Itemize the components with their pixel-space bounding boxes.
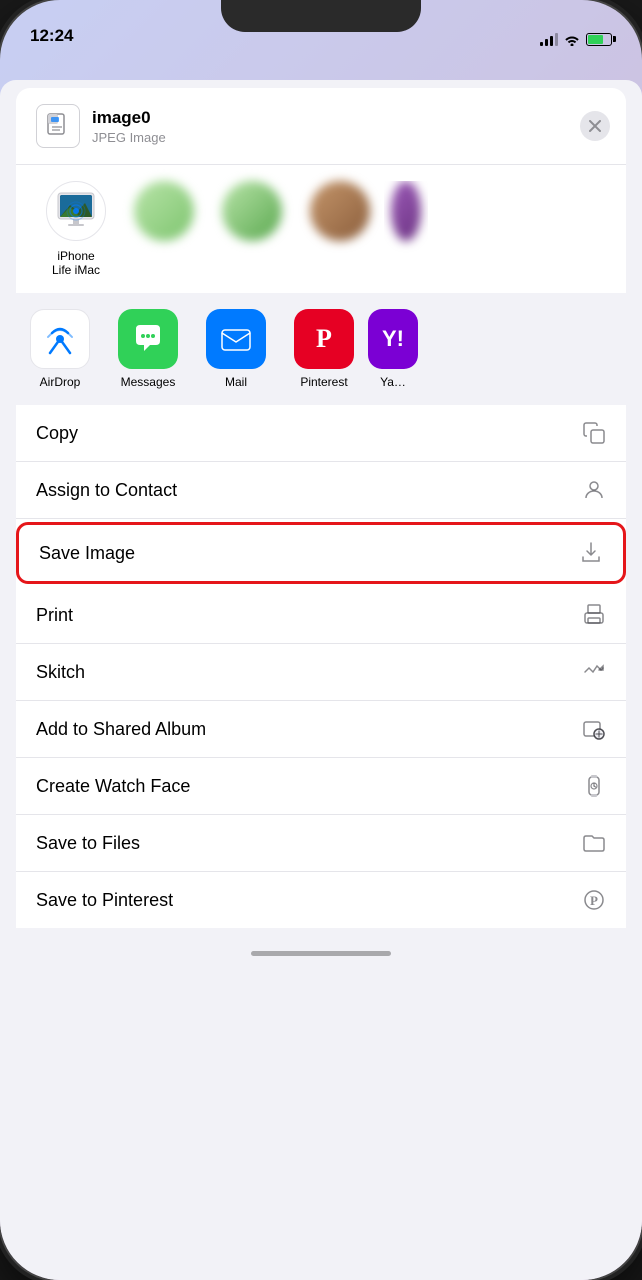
battery-icon (586, 33, 612, 46)
person-item-blurred-2[interactable] (208, 181, 296, 277)
people-section: iPhoneLife iMac (16, 165, 626, 293)
phone-screen: 12:24 (0, 0, 642, 1280)
mail-icon (206, 309, 266, 369)
app-item-airdrop[interactable]: AirDrop (16, 309, 104, 389)
person-avatar-2 (222, 181, 282, 241)
status-icons (540, 32, 612, 46)
action-assign-contact[interactable]: Assign to Contact (16, 462, 626, 519)
pinterest-icon: P (294, 309, 354, 369)
app-share-row: AirDrop Messages (0, 293, 642, 405)
action-skitch[interactable]: Skitch (16, 644, 626, 701)
close-icon (589, 120, 601, 132)
device-avatar (46, 181, 106, 241)
messages-logo (128, 319, 168, 359)
wifi-icon (564, 33, 580, 46)
action-save-image[interactable]: Save Image (16, 522, 626, 584)
people-row: iPhoneLife iMac (32, 165, 610, 293)
person-item-blurred-1[interactable] (120, 181, 208, 277)
signal-icon (540, 32, 558, 46)
action-print[interactable]: Print (16, 587, 626, 644)
save-to-files-label: Save to Files (36, 833, 140, 854)
save-image-icon (579, 541, 603, 565)
person-item-blurred-4[interactable] (384, 181, 428, 277)
person-avatar-1 (134, 181, 194, 241)
folder-icon (582, 831, 606, 855)
person-avatar-4 (391, 181, 421, 241)
print-label: Print (36, 605, 73, 626)
share-header: image0 JPEG Image (16, 88, 626, 165)
create-watch-face-label: Create Watch Face (36, 776, 190, 797)
close-button[interactable] (580, 111, 610, 141)
save-to-pinterest-label: Save to Pinterest (36, 890, 173, 911)
device-item-imac[interactable]: iPhoneLife iMac (32, 181, 120, 277)
yahoo-logo: Y! (373, 319, 413, 359)
action-add-shared-album[interactable]: Add to Shared Album (16, 701, 626, 758)
action-copy[interactable]: Copy (16, 405, 626, 462)
home-bar (251, 951, 391, 956)
action-save-to-pinterest[interactable]: Save to Pinterest P (16, 872, 626, 928)
app-item-mail[interactable]: Mail (192, 309, 280, 389)
assign-contact-label: Assign to Contact (36, 480, 177, 501)
app-item-yahoo[interactable]: Y! Ya… (368, 309, 418, 389)
file-name: image0 (92, 108, 166, 128)
home-indicator (0, 936, 642, 970)
svg-text:Y!: Y! (382, 326, 404, 351)
pinterest-action-icon: P (582, 888, 606, 912)
action-create-watch-face[interactable]: Create Watch Face (16, 758, 626, 815)
add-shared-album-label: Add to Shared Album (36, 719, 206, 740)
skitch-icon (582, 660, 606, 684)
status-time: 12:24 (30, 26, 73, 46)
person-avatar-3 (310, 181, 370, 241)
mail-label: Mail (225, 375, 247, 389)
contact-icon (582, 478, 606, 502)
save-image-label: Save Image (39, 543, 135, 564)
notch (221, 0, 421, 32)
app-item-pinterest[interactable]: P Pinterest (280, 309, 368, 389)
action-save-to-files[interactable]: Save to Files (16, 815, 626, 872)
device-name: iPhoneLife iMac (52, 249, 100, 277)
shared-album-icon (582, 717, 606, 741)
imac-device-icon (50, 185, 102, 237)
watch-face-icon (582, 774, 606, 798)
mail-logo (216, 319, 256, 359)
messages-icon (118, 309, 178, 369)
app-item-messages[interactable]: Messages (104, 309, 192, 389)
messages-label: Messages (121, 375, 176, 389)
file-thumbnail-icon (44, 112, 72, 140)
copy-label: Copy (36, 423, 78, 444)
pinterest-label: Pinterest (300, 375, 347, 389)
airdrop-label: AirDrop (40, 375, 81, 389)
pinterest-logo: P (304, 319, 344, 359)
phone-frame: 12:24 (0, 0, 642, 1280)
file-type: JPEG Image (92, 130, 166, 145)
svg-text:P: P (316, 324, 332, 353)
svg-text:P: P (590, 893, 598, 908)
file-info: image0 JPEG Image (92, 108, 166, 145)
airdrop-icon (30, 309, 90, 369)
copy-icon (582, 421, 606, 445)
yahoo-icon: Y! (368, 309, 418, 369)
airdrop-logo (40, 319, 80, 359)
person-item-blurred-3[interactable] (296, 181, 384, 277)
yahoo-label: Ya… (380, 375, 406, 389)
print-icon (582, 603, 606, 627)
action-list: Copy Assign to Contact Save (16, 405, 626, 928)
skitch-label: Skitch (36, 662, 85, 683)
share-sheet: image0 JPEG Image (0, 80, 642, 1280)
file-icon (36, 104, 80, 148)
